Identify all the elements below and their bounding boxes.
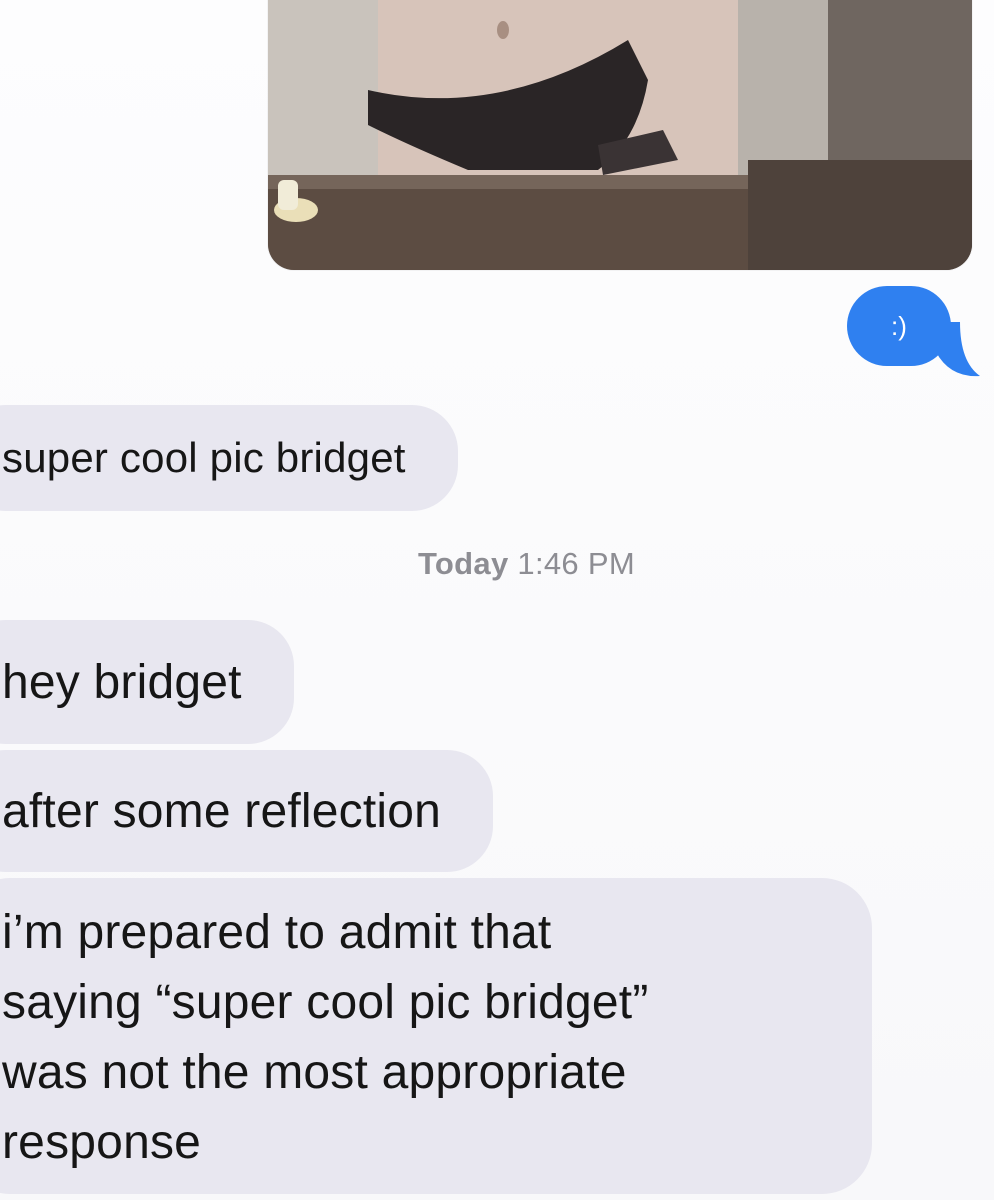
- incoming-message-text: after some reflection: [2, 784, 442, 838]
- incoming-message-bubble[interactable]: i’m prepared to admit that saying “super…: [0, 878, 872, 1194]
- incoming-message-bubble[interactable]: hey bridget: [0, 620, 294, 744]
- outgoing-message-text: :): [891, 310, 907, 341]
- message-thread: :) super cool pic bridget Today 1:46 PM …: [0, 0, 994, 1200]
- message-line: saying “super cool pic bridget”: [2, 976, 649, 1029]
- message-line: response: [2, 1116, 202, 1169]
- incoming-message-bubble[interactable]: super cool pic bridget: [0, 405, 458, 511]
- incoming-message-text: super cool pic bridget: [2, 434, 406, 481]
- message-line: i’m prepared to admit that: [2, 906, 552, 959]
- outgoing-photo-message[interactable]: [268, 0, 972, 270]
- timestamp-time: 1:46 PM: [517, 546, 635, 581]
- bubble-tail: [936, 322, 980, 377]
- timestamp-day: Today: [418, 546, 509, 581]
- incoming-message-bubble[interactable]: after some reflection: [0, 750, 494, 872]
- message-timestamp: Today 1:46 PM: [418, 546, 635, 582]
- message-line: was not the most appropriate: [2, 1046, 627, 1099]
- incoming-message-text: hey bridget: [2, 655, 242, 709]
- photo-image: [268, 0, 972, 270]
- incoming-message-text: i’m prepared to admit that saying “super…: [2, 898, 649, 1178]
